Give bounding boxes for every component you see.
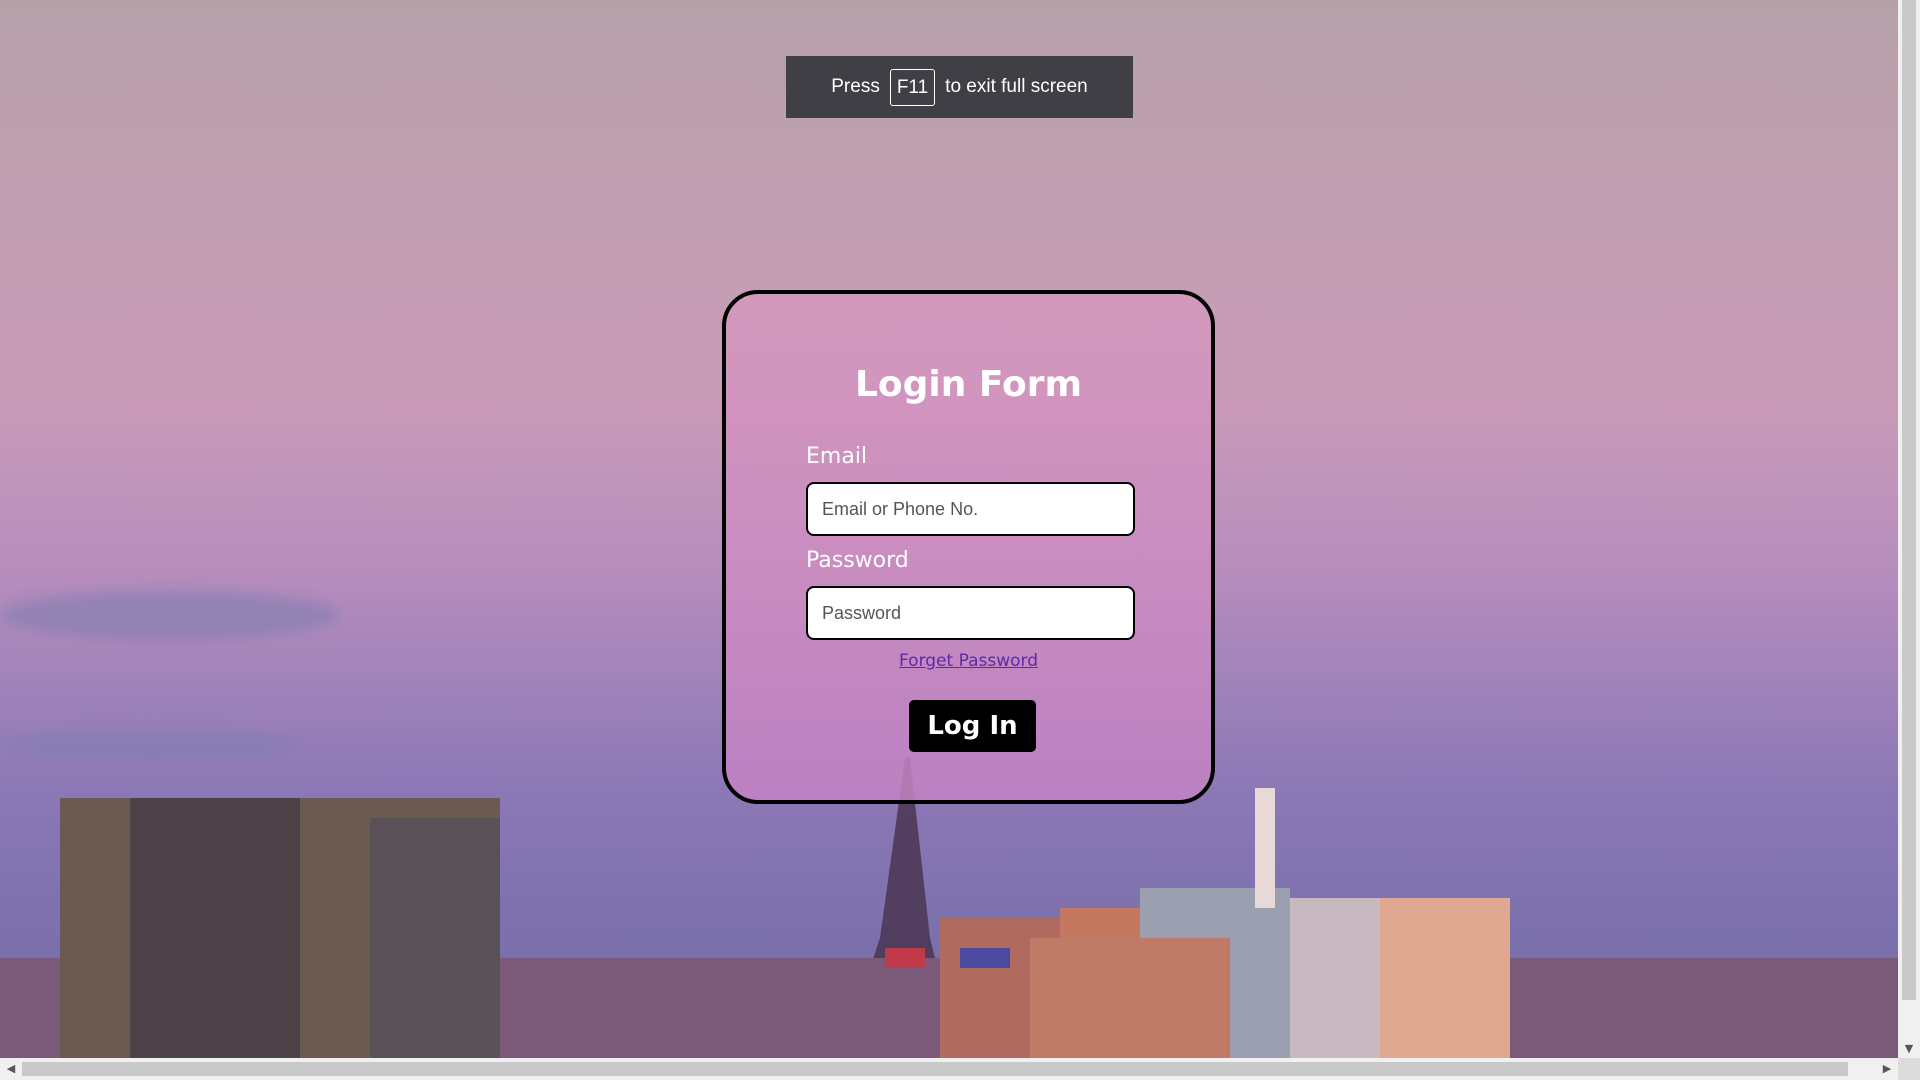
horizontal-scroll-thumb[interactable] [22, 1062, 1848, 1076]
email-label: Email [806, 444, 868, 469]
forgot-password-link[interactable]: Forget Password [726, 651, 1211, 671]
scrollbar-corner [1898, 1058, 1920, 1080]
password-field[interactable] [806, 586, 1135, 640]
page-title: Login Form [854, 364, 1083, 405]
email-field[interactable] [806, 482, 1135, 536]
login-form: Login Form Email Password Forget Passwor… [722, 290, 1215, 804]
password-label: Password [806, 548, 909, 573]
horizontal-scrollbar[interactable]: ◀ ▶ [0, 1058, 1898, 1080]
f11-key-badge: F11 [889, 68, 936, 106]
fullscreen-notice: Press F11 to exit full screen [786, 56, 1133, 118]
vertical-scrollbar[interactable]: ▲ ▼ [1898, 0, 1920, 1058]
login-button[interactable]: Log In [909, 700, 1036, 752]
triangle-right-icon[interactable]: ▶ [1876, 1058, 1898, 1080]
triangle-down-icon[interactable]: ▼ [1898, 1040, 1920, 1058]
fullscreen-notice-suffix: to exit full screen [945, 76, 1088, 97]
fullscreen-notice-prefix: Press [831, 76, 880, 97]
vertical-scroll-thumb[interactable] [1902, 0, 1916, 1000]
triangle-left-icon[interactable]: ◀ [0, 1058, 22, 1080]
